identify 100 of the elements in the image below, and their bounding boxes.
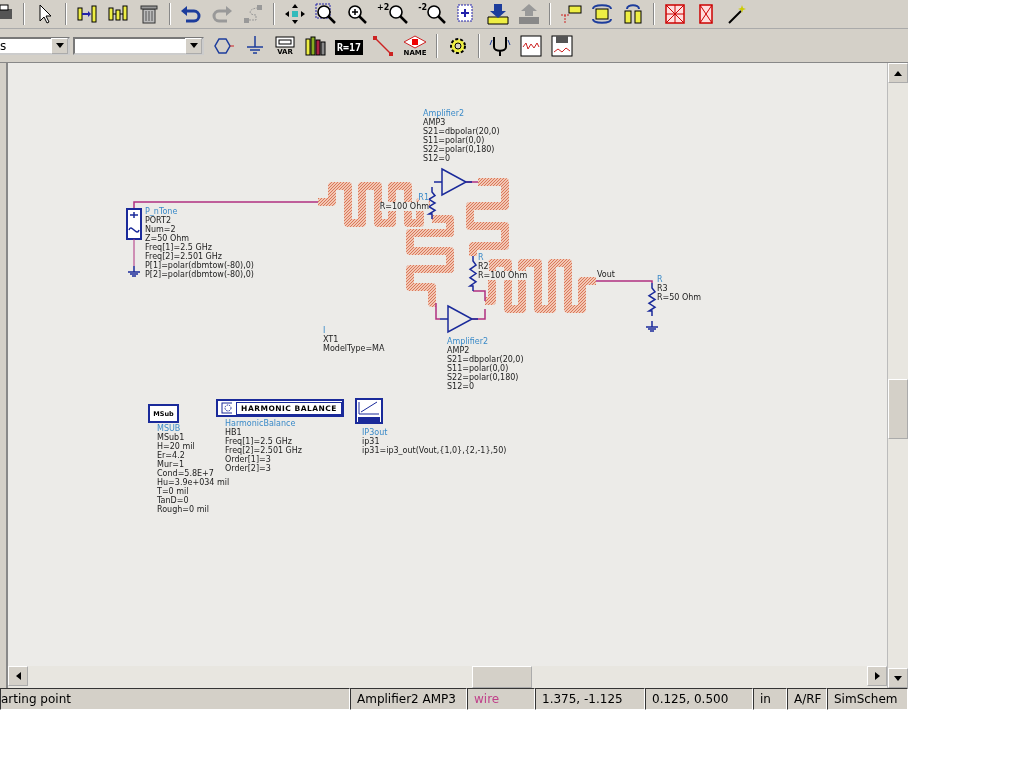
swap-arrows-icon[interactable]: [591, 3, 614, 25]
measurement-symbol: [355, 398, 383, 424]
parameter-label: MSub1: [157, 433, 185, 442]
parameter-label: Freq[1]=2.5 GHz: [225, 437, 292, 446]
horizontal-scrollbar[interactable]: [8, 666, 887, 688]
trash-icon[interactable]: [138, 3, 160, 25]
pin-flag-icon[interactable]: [560, 3, 583, 25]
amplifier-symbol: [433, 168, 473, 196]
component-dropdown[interactable]: [73, 36, 204, 55]
status-text: SimSchem: [827, 688, 908, 710]
crossed-box-icon[interactable]: [664, 3, 687, 25]
caret-icon: [55, 43, 64, 48]
parameter-label: S11=polar(0,0): [447, 364, 509, 373]
parameter-label: S22=polar(0,180): [447, 373, 519, 382]
parameter-label: S11=polar(0,0): [423, 136, 485, 145]
parameter-label: S12=0: [447, 382, 475, 391]
down-arrow-icon[interactable]: [894, 675, 902, 681]
parameter-label: ip31=ip3_out(Vout,{1,0},{2,-1},50): [362, 446, 507, 455]
push-down-icon[interactable]: [487, 3, 510, 25]
ground-symbol: [127, 265, 141, 277]
ground-symbol: [645, 320, 659, 332]
component-type-label: Amplifier2: [423, 109, 465, 118]
component-type-label: P_nTone: [145, 207, 178, 216]
caret-icon: [189, 43, 198, 48]
parameter-label: XT1: [323, 335, 339, 344]
parameter-label: P[2]=polar(dbmtow(-80),0): [145, 270, 254, 279]
parameter-label: Freq[2]=2.501 GHz: [225, 446, 303, 455]
resistor-symbol: [646, 282, 657, 317]
resistor-symbol: [467, 255, 478, 292]
parameter-label: R=100 Ohm: [379, 202, 429, 211]
parameter-label: Order[2]=3: [225, 464, 271, 473]
left-arrow-icon[interactable]: [15, 672, 21, 680]
status-text: arting point: [0, 688, 350, 710]
parameter-label: Num=2: [145, 225, 176, 234]
component-type-label: I: [323, 326, 326, 335]
parameter-label: Mur=1: [157, 460, 185, 469]
parameter-label: Freq[1]=2.5 GHz: [145, 243, 212, 252]
scroll-thumb[interactable]: [888, 379, 908, 439]
component-bars-icon[interactable]: [76, 3, 98, 25]
component-type-label: R: [478, 253, 484, 262]
move-arrows-icon[interactable]: [284, 3, 306, 25]
books-icon[interactable]: [304, 34, 326, 57]
parameter-label: Freq[2]=2.501 GHz: [145, 252, 223, 261]
tuning-fork-icon[interactable]: [489, 34, 512, 57]
vertical-scrollbar[interactable]: [887, 63, 908, 688]
parameter-label: Rough=0 mil: [157, 505, 209, 514]
library-dropdown[interactable]: s: [0, 36, 70, 55]
parameter-label: ip31: [362, 437, 380, 446]
parameter-label: ModelType=MA: [323, 344, 385, 353]
component-type-label: MSUB: [157, 424, 181, 433]
line-icon[interactable]: [372, 34, 395, 57]
rotate-component-icon[interactable]: [622, 3, 645, 25]
parameter-label: S21=dbpolar(20,0): [447, 355, 524, 364]
scroll-thumb[interactable]: [472, 666, 532, 688]
parameter-label: AMP3: [423, 118, 446, 127]
up-arrow-icon[interactable]: [894, 70, 902, 76]
save-graph-icon[interactable]: [551, 34, 574, 57]
component-type-label: HarmonicBalance: [225, 419, 296, 428]
status-text: in: [753, 688, 787, 710]
parameter-label: Order[1]=3: [225, 455, 271, 464]
ground-icon[interactable]: [244, 34, 266, 57]
status-text: 1.375, -1.125: [535, 688, 645, 710]
component-type-label: R1: [418, 193, 429, 202]
parameter-label: T=0 mil: [157, 487, 189, 496]
zoom-in-icon[interactable]: [346, 3, 368, 25]
chip-icon: [221, 402, 233, 414]
component-type-label: R: [657, 275, 663, 284]
equation-button[interactable]: R=17: [335, 40, 364, 55]
parameter-label: P[1]=polar(dbmtow(-80),0): [145, 261, 254, 270]
component-type-label: IP3out: [362, 428, 388, 437]
parameter-label: R=100 Ohm: [478, 271, 528, 280]
parameter-label: TanD=0: [157, 496, 189, 505]
status-text: 0.125, 0.500: [645, 688, 753, 710]
component-type-label: Amplifier2: [447, 337, 489, 346]
parameter-label: R=50 Ohm: [657, 293, 702, 302]
parameter-label: R2: [478, 262, 489, 271]
status-text: Amplifier2 AMP3: [350, 688, 467, 710]
parameter-label: R3: [657, 284, 668, 293]
zoom-step-text: +2: [377, 3, 390, 12]
amplifier-symbol: [439, 305, 479, 333]
source-symbol: [126, 208, 142, 267]
parameter-label: H=20 mil: [157, 442, 195, 451]
mode-text: wire: [467, 688, 535, 710]
parameter-label: HB1: [225, 428, 242, 437]
parameter-label: S22=polar(0,180): [423, 145, 495, 154]
parameter-label: Cond=5.8E+7: [157, 469, 214, 478]
parameter-label: Hu=3.9e+034 mil: [157, 478, 230, 487]
graph-icon[interactable]: [520, 34, 543, 57]
zoom-area-icon[interactable]: [315, 3, 337, 25]
zoom-step-text: -2: [418, 3, 428, 12]
status-text: A/RF: [787, 688, 827, 710]
parameter-label: PORT2: [145, 216, 172, 225]
parameter-label: S12=0: [423, 154, 451, 163]
wire-label: Vout: [597, 270, 615, 279]
parameter-label: Er=4.2: [157, 451, 185, 460]
zoom-icon[interactable]: [425, 3, 448, 25]
parameter-label: S21=dbpolar(20,0): [423, 127, 500, 136]
zoom-icon[interactable]: [387, 3, 410, 25]
undo-icon[interactable]: [180, 3, 202, 25]
right-arrow-icon[interactable]: [874, 672, 880, 680]
